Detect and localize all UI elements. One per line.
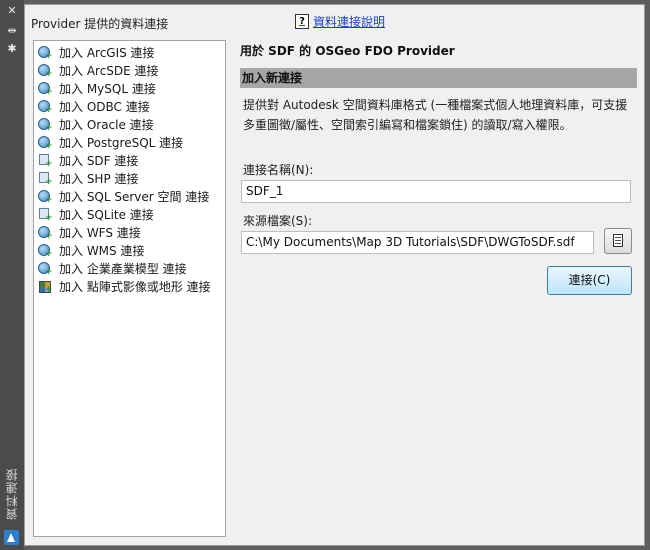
- file-icon: +: [38, 171, 53, 186]
- source-file-input[interactable]: C:\My Documents\Map 3D Tutorials\SDF\DWG…: [241, 231, 594, 254]
- file-icon: +: [38, 207, 53, 222]
- provider-item-label: 加入 企業產業模型 連接: [59, 261, 187, 276]
- provider-item[interactable]: + 加入 MySQL 連接: [34, 79, 225, 97]
- document-icon: [613, 234, 623, 247]
- provider-description: 提供對 Autodesk 空間資料庫格式 (一種檔案式個人地理資料庫，可支援多重…: [243, 98, 628, 132]
- provider-item[interactable]: + 加入 WFS 連接: [34, 223, 225, 241]
- provider-item[interactable]: + 加入 ODBC 連接: [34, 97, 225, 115]
- provider-item[interactable]: + 加入 ArcGIS 連接: [34, 43, 225, 61]
- provider-item-label: 加入 點陣式影像或地形 連接: [59, 279, 211, 294]
- provider-item[interactable]: + 加入 WMS 連接: [34, 241, 225, 259]
- provider-item-label: 加入 ArcGIS 連接: [59, 45, 155, 60]
- section-header-add-connection: 加入新連接: [240, 68, 637, 88]
- provider-item[interactable]: + 加入 SDF 連接: [34, 151, 225, 169]
- globe-icon: +: [38, 99, 53, 114]
- provider-item-label: 加入 SQLite 連接: [59, 207, 154, 222]
- provider-list-label: Provider 提供的資料連接: [31, 17, 169, 31]
- provider-item-label: 加入 SQL Server 空間 連接: [59, 189, 210, 204]
- data-connect-panel: Provider 提供的資料連接 ? 資料連接說明 + 加入 ArcGIS 連接 +…: [24, 4, 645, 546]
- provider-item-label: 加入 MySQL 連接: [59, 81, 156, 96]
- globe-icon: +: [38, 117, 53, 132]
- help-link-text[interactable]: 資料連接說明: [313, 13, 385, 30]
- provider-item-label: 加入 PostgreSQL 連接: [59, 135, 184, 150]
- settings-icon[interactable]: ✱: [4, 42, 20, 56]
- provider-item[interactable]: + 加入 PostgreSQL 連接: [34, 133, 225, 151]
- provider-item-label: 加入 Oracle 連接: [59, 117, 154, 132]
- raster-icon: +: [38, 280, 53, 294]
- help-icon: ?: [295, 14, 309, 29]
- globe-icon: +: [38, 81, 53, 96]
- close-icon[interactable]: ✕: [4, 4, 20, 18]
- globe-icon: +: [38, 189, 53, 204]
- connect-button[interactable]: 連接(C): [547, 266, 632, 295]
- provider-item-label: 加入 WMS 連接: [59, 243, 145, 258]
- provider-item[interactable]: + 加入 點陣式影像或地形 連接: [34, 277, 225, 295]
- browse-file-button[interactable]: [604, 228, 632, 254]
- provider-item[interactable]: + 加入 ArcSDE 連接: [34, 61, 225, 79]
- connection-name-label: 連接名稱(N):: [243, 163, 314, 177]
- globe-icon: +: [38, 45, 53, 60]
- provider-item[interactable]: + 加入 SHP 連接: [34, 169, 225, 187]
- provider-item-label: 加入 SDF 連接: [59, 153, 139, 168]
- provider-title: 用於 SDF 的 OSGeo FDO Provider: [240, 44, 455, 58]
- source-file-label: 來源檔案(S):: [243, 214, 313, 228]
- palette-title: 資料連接: [5, 468, 19, 520]
- provider-item[interactable]: + 加入 SQLite 連接: [34, 205, 225, 223]
- provider-list[interactable]: + 加入 ArcGIS 連接 + 加入 ArcSDE 連接 + 加入 MySQL 連接 + 加…: [33, 40, 226, 537]
- provider-item[interactable]: + 加入 企業產業模型 連接: [34, 259, 225, 277]
- provider-item[interactable]: + 加入 SQL Server 空間 連接: [34, 187, 225, 205]
- connection-name-input[interactable]: SDF_1: [241, 180, 631, 203]
- globe-icon: +: [38, 243, 53, 258]
- autodesk-logo-icon[interactable]: [4, 530, 19, 545]
- globe-icon: +: [38, 225, 53, 240]
- help-link[interactable]: ? 資料連接說明: [295, 13, 385, 30]
- pin-icon[interactable]: ⇹: [4, 24, 20, 38]
- provider-item-label: 加入 ODBC 連接: [59, 99, 150, 114]
- provider-item-label: 加入 SHP 連接: [59, 171, 139, 186]
- palette-title-strip: ✕ ⇹ ✱ 資料連接: [0, 0, 24, 550]
- file-icon: +: [38, 153, 53, 168]
- globe-icon: +: [38, 261, 53, 276]
- globe-icon: +: [38, 135, 53, 150]
- provider-item[interactable]: + 加入 Oracle 連接: [34, 115, 225, 133]
- globe-icon: +: [38, 63, 53, 78]
- provider-item-label: 加入 ArcSDE 連接: [59, 63, 159, 78]
- provider-item-label: 加入 WFS 連接: [59, 225, 141, 240]
